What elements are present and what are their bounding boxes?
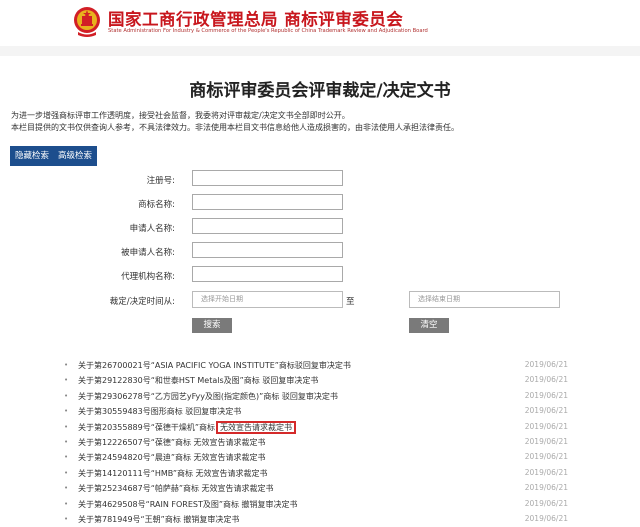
list-item-date: 2019/06/21	[524, 498, 568, 508]
list-item-title[interactable]: 关于第20355889号“葆德干燥机”商标 无效宣告请求裁定书	[78, 420, 297, 434]
header-divider	[0, 46, 640, 56]
intro-text-1: 为进一步增强商标评审工作透明度，接受社会监督，我委将对评审裁定/决定文书全部即时…	[11, 111, 350, 120]
list-item-title-text[interactable]: 关于第20355889号“葆德干燥机”商标	[78, 423, 215, 432]
bullet-icon: •	[64, 391, 69, 400]
applicant-label: 申请人名称:	[129, 224, 175, 234]
date-range-label: 裁定/决定时间从:	[109, 297, 175, 307]
list-item[interactable]: • 关于第26700021号“ASIA PACIFIC YOGA INSTITU…	[64, 358, 576, 373]
decision-list: • 关于第26700021号“ASIA PACIFIC YOGA INSTITU…	[64, 358, 576, 527]
bullet-icon: •	[64, 514, 69, 523]
list-item-date: 2019/06/21	[524, 375, 568, 385]
agency-label: 代理机构名称:	[121, 272, 175, 282]
bullet-icon: •	[64, 468, 69, 477]
bullet-icon: •	[64, 499, 69, 508]
search-button[interactable]: 搜索	[192, 318, 232, 333]
list-item-title[interactable]: 关于第12226507号“葆德”商标 无效宣告请求裁定书	[78, 437, 266, 448]
bullet-icon: •	[64, 407, 69, 416]
applicant-input[interactable]	[192, 218, 343, 234]
list-item-date: 2019/06/21	[524, 421, 568, 431]
date-to-label: 至	[346, 297, 355, 307]
list-item-title[interactable]: 关于第14120111号“HMB”商标 无效宣告请求裁定书	[78, 468, 268, 479]
bullet-icon: •	[64, 361, 69, 369]
bullet-icon: •	[64, 422, 69, 431]
list-item-date: 2019/06/21	[524, 360, 568, 369]
trademark-name-input[interactable]	[192, 194, 343, 210]
advanced-search-button[interactable]: 高级检索	[53, 146, 98, 166]
intro-text-2: 本栏目提供的文书仅供查询人参考，不具法律效力。非法使用本栏目文书信息给他人造成损…	[11, 123, 459, 132]
list-item-date: 2019/06/21	[524, 436, 568, 446]
list-item-title[interactable]: 关于第26700021号“ASIA PACIFIC YOGA INSTITUTE…	[78, 360, 351, 371]
site-subtitle: State Administration For Industry & Comm…	[108, 28, 428, 34]
respondent-input[interactable]	[192, 242, 343, 258]
list-item-title[interactable]: 关于第29122830号“和世泰HST Metals及图”商标 驳回复审决定书	[78, 375, 318, 386]
trademark-name-label: 商标名称:	[138, 200, 175, 210]
end-date-input[interactable]: 选择结束日期	[409, 291, 560, 308]
registration-no-input[interactable]	[192, 170, 343, 186]
list-item-title[interactable]: 关于第781949号“王朝”商标 撤销复审决定书	[78, 514, 239, 525]
site-title: 国家工商行政管理总局 商标评审委员会	[108, 10, 404, 29]
national-emblem-icon	[74, 7, 100, 37]
site-header: 国家工商行政管理总局 商标评审委员会 State Administration …	[0, 0, 640, 46]
list-item[interactable]: • 关于第29306278号“乙方园艺yFyy及图(指定颜色)”商标 驳回复审决…	[64, 389, 576, 404]
list-item[interactable]: • 关于第25234687号“帕萨赫”商标 无效宣告请求裁定书 2019/06/…	[64, 481, 576, 496]
list-item[interactable]: • 关于第24594820号“晨迪”商标 无效宣告请求裁定书 2019/06/2…	[64, 450, 576, 465]
bullet-icon: •	[64, 376, 69, 385]
list-item-date: 2019/06/21	[524, 390, 568, 400]
list-item-date: 2019/06/21	[524, 452, 568, 462]
list-item[interactable]: • 关于第29122830号“和世泰HST Metals及图”商标 驳回复审决定…	[64, 373, 576, 388]
list-item[interactable]: • 关于第4629508号“RAIN FOREST及图”商标 撤销复审决定书 2…	[64, 497, 576, 512]
registration-no-label: 注册号:	[146, 176, 175, 186]
page-title: 商标评审委员会评审裁定/决定文书	[189, 81, 451, 101]
bullet-icon: •	[64, 453, 69, 462]
list-item-date: 2019/06/21	[524, 406, 568, 416]
list-item[interactable]: • 关于第14120111号“HMB”商标 无效宣告请求裁定书 2019/06/…	[64, 466, 576, 481]
start-date-input[interactable]: 选择开始日期	[192, 291, 343, 308]
list-item-title[interactable]: 关于第30559483号图形商标 驳回复审决定书	[78, 406, 241, 417]
list-item-date: 2019/06/21	[524, 467, 568, 477]
highlighted-decision-type: 无效宣告请求裁定书	[216, 420, 297, 434]
list-item[interactable]: • 关于第30559483号图形商标 驳回复审决定书 2019/06/21	[64, 404, 576, 419]
respondent-label: 被申请人名称:	[121, 248, 175, 258]
bullet-icon: •	[64, 437, 69, 446]
list-item[interactable]: • 关于第20355889号“葆德干燥机”商标 无效宣告请求裁定书 2019/06…	[64, 420, 576, 435]
list-item-title[interactable]: 关于第24594820号“晨迪”商标 无效宣告请求裁定书	[78, 452, 266, 463]
list-item-title[interactable]: 关于第4629508号“RAIN FOREST及图”商标 撤销复审决定书	[78, 499, 298, 510]
list-item-title[interactable]: 关于第25234687号“帕萨赫”商标 无效宣告请求裁定书	[78, 483, 274, 494]
bullet-icon: •	[64, 484, 69, 493]
clear-button[interactable]: 清空	[409, 318, 449, 333]
agency-input[interactable]	[192, 266, 343, 282]
list-item-date: 2019/06/21	[524, 513, 568, 523]
list-item-title[interactable]: 关于第29306278号“乙方园艺yFyy及图(指定颜色)”商标 驳回复审决定书	[78, 391, 338, 402]
list-item-date: 2019/06/21	[524, 483, 568, 493]
list-item[interactable]: • 关于第12226507号“葆德”商标 无效宣告请求裁定书 2019/06/2…	[64, 435, 576, 450]
list-item[interactable]: • 关于第781949号“王朝”商标 撤销复审决定书 2019/06/21	[64, 512, 576, 527]
hide-search-button[interactable]: 隐藏检索	[10, 146, 55, 166]
